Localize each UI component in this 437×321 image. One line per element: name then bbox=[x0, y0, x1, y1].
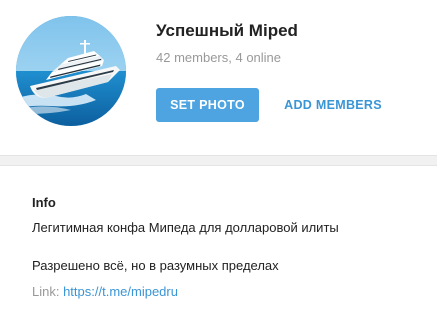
description-line-2: Разрешено всё, но в разумных пределах bbox=[32, 258, 279, 273]
link-label: Link: bbox=[32, 284, 64, 299]
group-header: Успешный Miped 42 members, 4 online SET … bbox=[0, 0, 437, 155]
invite-link-row: Link: https://t.me/mipedru bbox=[32, 284, 178, 299]
set-photo-button[interactable]: SET PHOTO bbox=[156, 88, 259, 122]
group-info-panel: Успешный Miped 42 members, 4 online SET … bbox=[0, 0, 437, 321]
yacht-photo-icon bbox=[16, 16, 126, 126]
info-heading: Info bbox=[32, 195, 56, 210]
group-member-count: 42 members, 4 online bbox=[156, 50, 282, 65]
section-divider bbox=[0, 155, 437, 166]
group-title: Успешный Miped bbox=[156, 21, 298, 40]
group-avatar[interactable] bbox=[16, 16, 126, 126]
add-members-button[interactable]: ADD MEMBERS bbox=[278, 88, 388, 122]
invite-link[interactable]: https://t.me/mipedru bbox=[63, 284, 178, 299]
description-line-1: Легитимная конфа Мипеда для долларовой и… bbox=[32, 220, 339, 235]
